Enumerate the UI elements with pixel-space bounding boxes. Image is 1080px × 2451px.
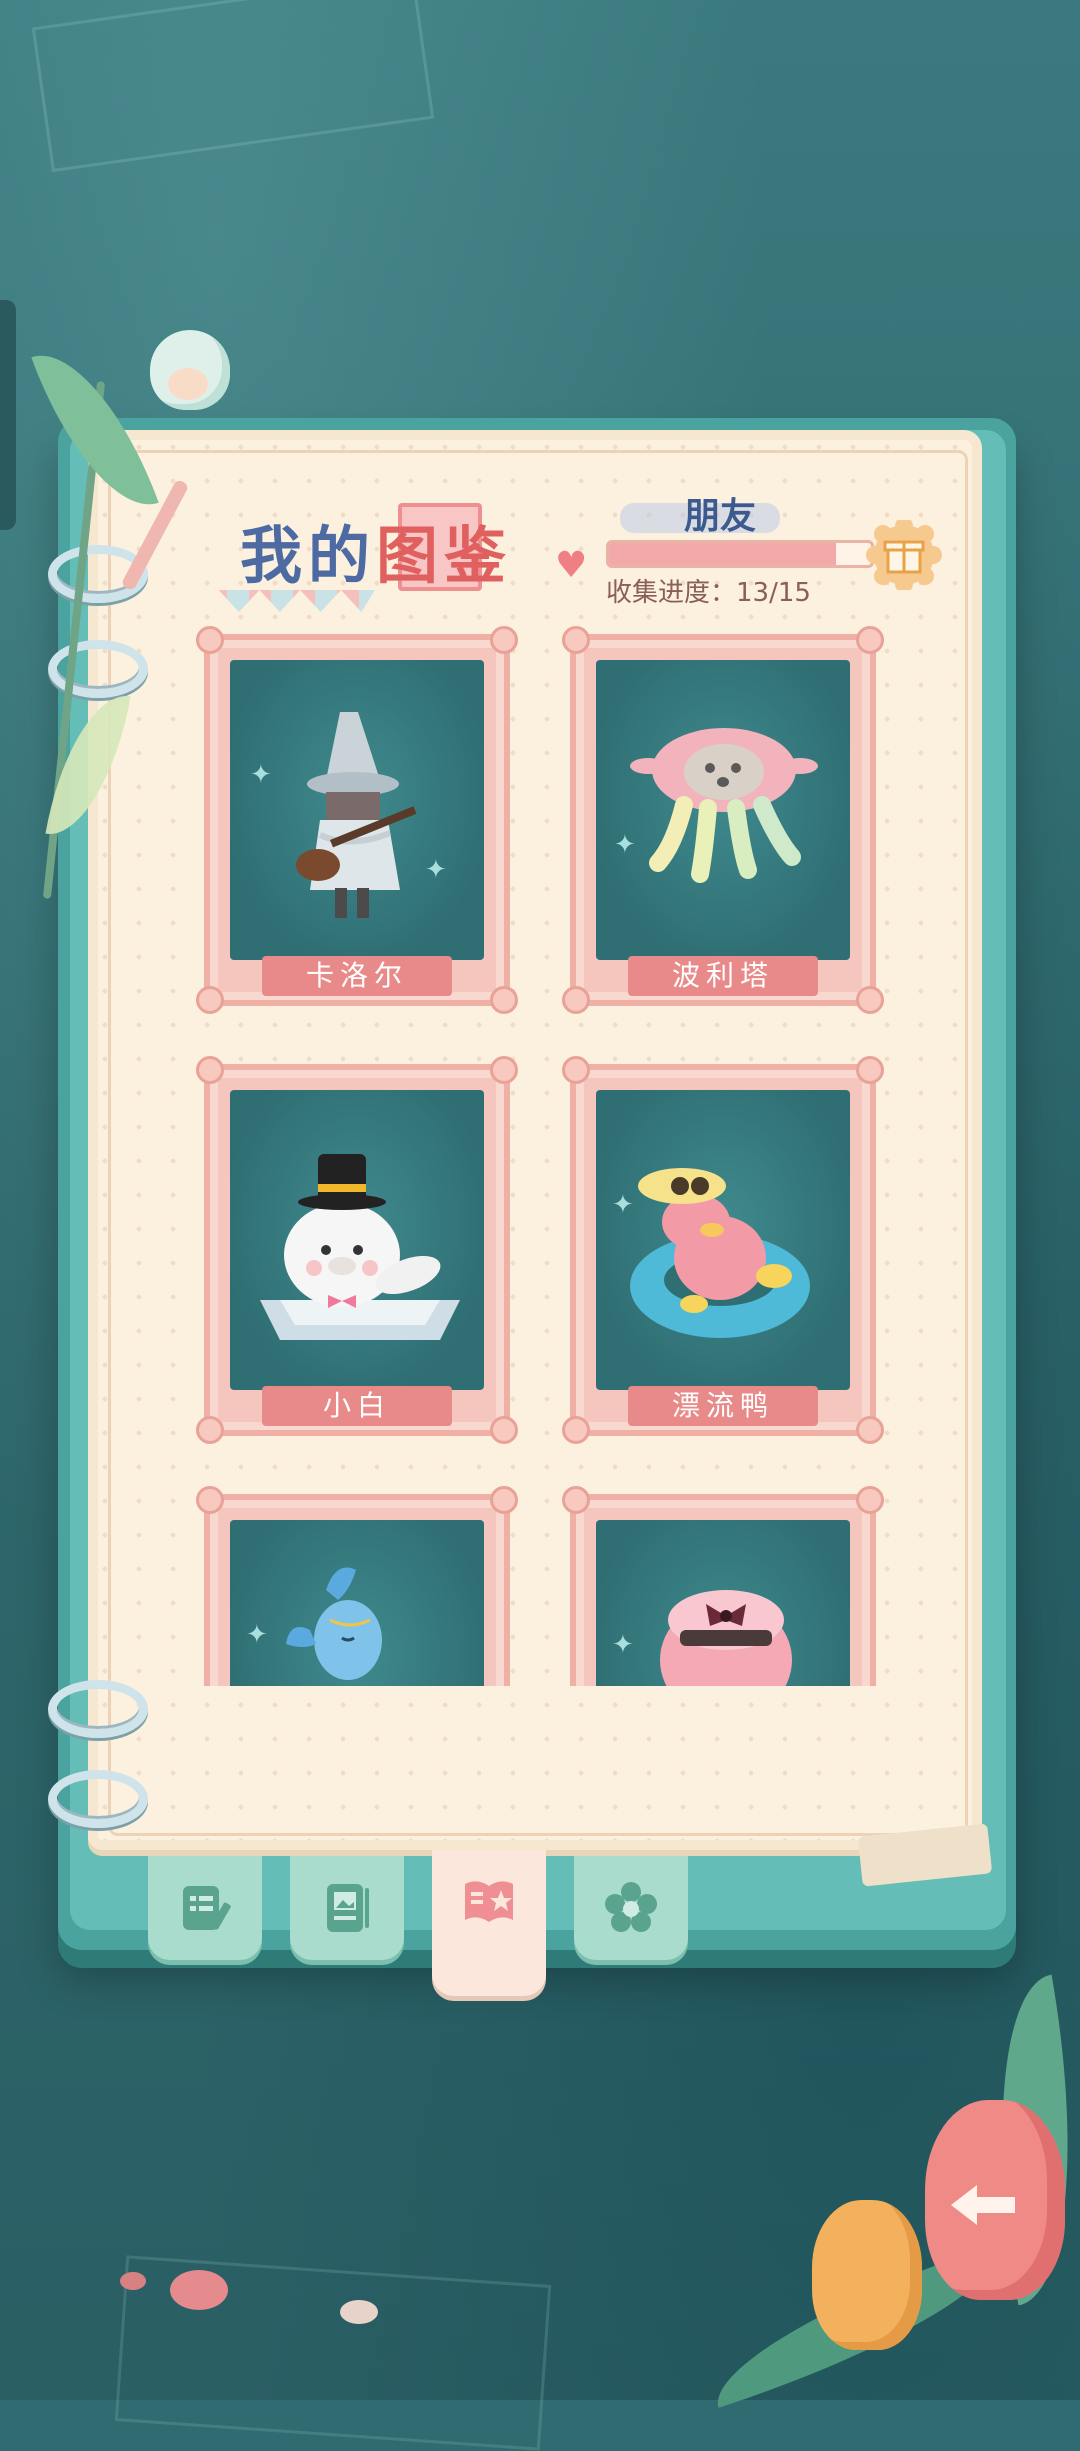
collection-card-drifting-duck[interactable]: ✦ 漂流鸭 [562,1056,884,1444]
orange-tulip-decoration [812,2200,922,2350]
binder-ring [48,1770,148,1828]
seal-with-top-hat-icon [260,1154,460,1340]
reward-button[interactable] [866,517,942,593]
flower-icon [605,1882,657,1932]
wizard-guitar-character-icon [296,712,417,918]
pink-bear-with-bow-icon [660,1590,792,1686]
page-title: 我的图鉴 [240,505,512,592]
card-art [230,1090,484,1390]
card-art: ✦ [230,1520,484,1686]
card-art: ✦ [596,1520,850,1686]
tab-notes[interactable] [148,1856,262,1960]
tab-collection[interactable] [432,1850,546,1996]
pebble-decoration [120,2272,146,2290]
category-label: 朋友 [683,496,756,537]
collection-card-pink-bear[interactable]: ✦ [562,1486,884,1686]
collection-book-icon [465,1881,513,1922]
card-art: ✦ ✦ [230,660,484,960]
tab-album[interactable] [290,1856,404,1960]
collection-card-xiaobai[interactable]: 小白 [196,1056,518,1444]
notes-pencil-icon [183,1886,231,1930]
side-handle[interactable] [0,300,16,530]
card-art: ✦ [596,660,850,960]
card-name: 漂流鸭 [628,1386,818,1426]
title-part1: 我的 [240,519,377,592]
blue-bird-character-icon [286,1567,382,1680]
collection-grid: ✦ ✦ 卡洛尔 ✦ 波利塔 小白 ✦ 漂流鸭 ✦ ✦ [180,620,920,1686]
card-name: 波利塔 [628,956,818,996]
collection-progress-text: 收集进度：13/15 [606,578,811,608]
tab-flower[interactable] [574,1856,688,1960]
title-highlight: 图 [376,519,445,592]
binder-ring [48,1680,148,1738]
collection-card-polita[interactable]: ✦ 波利塔 [562,626,884,1014]
back-arrow-icon [951,2185,1015,2225]
progress-fill [609,543,837,565]
pebble-decoration [340,2300,378,2324]
jellyfish-character-icon [630,728,818,883]
title-part2: 鉴 [444,519,513,592]
card-name: 小白 [262,1386,452,1426]
card-name: 卡洛尔 [262,956,452,996]
collection-card-carol[interactable]: ✦ ✦ 卡洛尔 [196,626,518,1014]
collection-progress-bar [606,540,874,568]
photo-album-icon [327,1884,369,1932]
collection-card-bird[interactable]: ✦ [196,1486,518,1686]
gift-icon [866,517,942,593]
pebble-decoration [170,2270,228,2310]
sleeping-tulip-decoration [140,320,236,430]
card-art: ✦ [596,1090,850,1390]
binder-ring [48,640,148,698]
heart-icon: ♥ [555,545,588,586]
pink-duck-in-swim-ring-icon [630,1168,810,1338]
back-button[interactable] [940,2170,1026,2240]
